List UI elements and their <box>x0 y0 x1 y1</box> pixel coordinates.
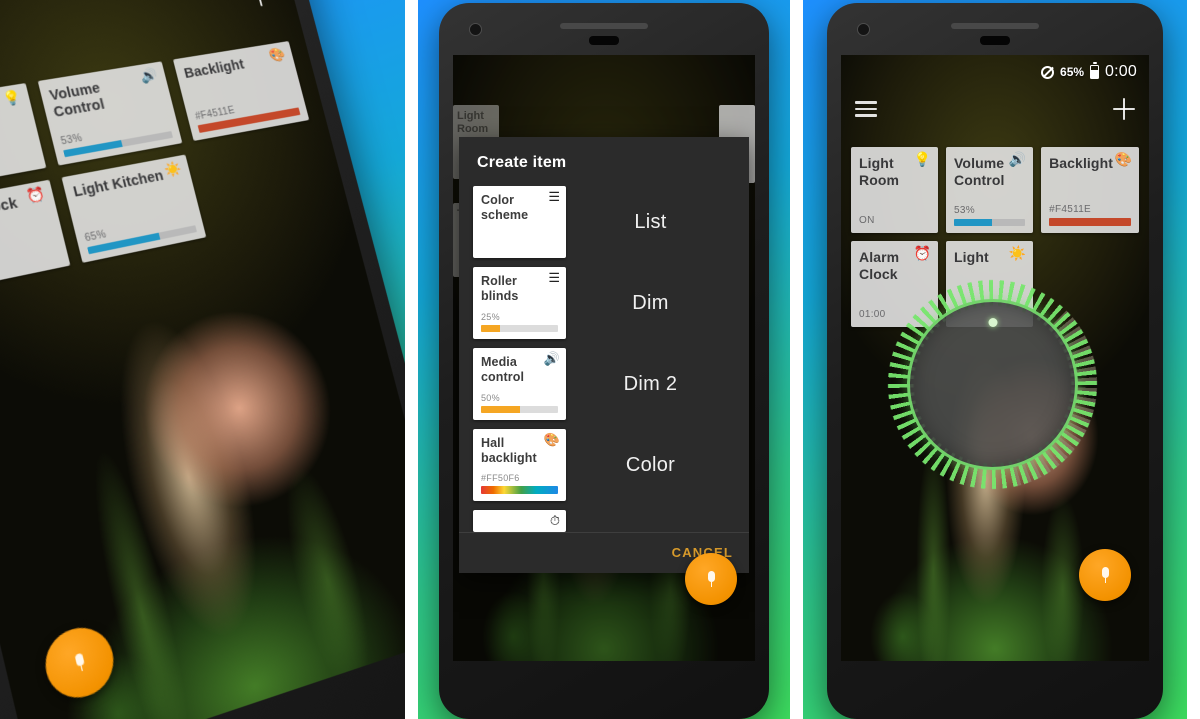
plus-icon[interactable] <box>247 0 272 8</box>
panel-divider <box>790 0 803 719</box>
dialog-title: Create item <box>477 154 567 171</box>
screenshot-panel-3: 65% 0:00 💡 Light Room ON 🔊 Volume Contro… <box>803 0 1187 719</box>
microphone-icon <box>72 652 88 674</box>
dialog-option-clock[interactable]: ⏱ <box>459 510 749 532</box>
preview-card-hall-backlight: 🎨 Hall backlight #FF50F6 <box>473 429 566 501</box>
palette-icon: 🎨 <box>543 432 560 447</box>
sun-icon: ☀️ <box>1008 245 1027 261</box>
preview-card-color-scheme: ☰ Color scheme <box>473 186 566 258</box>
hamburger-menu-icon[interactable] <box>855 101 877 117</box>
voice-command-fab[interactable] <box>685 553 737 605</box>
option-label-dim: Dim <box>632 291 669 314</box>
dim-progress-bar <box>481 406 558 413</box>
alarm-clock-icon: ⏰ <box>913 245 932 261</box>
front-camera-icon <box>857 23 870 36</box>
speaker-icon: 🔊 <box>543 351 560 366</box>
dim-progress-bar <box>481 325 558 332</box>
dialog-option-dim2[interactable]: 🔊 Media control 50% Dim 2 <box>459 348 749 420</box>
dim-progress-bar[interactable] <box>954 219 1026 226</box>
speaker-icon: 🔊 <box>1008 151 1027 167</box>
plus-icon[interactable] <box>1113 98 1135 120</box>
card-backlight[interactable]: 🎨 Backlight #F4511E <box>1041 147 1139 233</box>
preview-card-value: 50% <box>481 393 500 403</box>
list-icon: ☰ <box>548 189 560 204</box>
color-swatch[interactable] <box>1049 218 1131 226</box>
status-bar: 65% 0:00 <box>841 59 1149 85</box>
dialog-option-dim[interactable]: ☰ Roller blinds 25% Dim <box>459 267 749 339</box>
option-label-list: List <box>634 210 667 233</box>
front-camera-icon <box>469 23 482 36</box>
phone-screen-3: 65% 0:00 💡 Light Room ON 🔊 Volume Contro… <box>841 55 1149 661</box>
palette-icon: 🎨 <box>1114 151 1132 167</box>
speaker-icon: 🔊 <box>139 66 160 85</box>
dialog-option-color[interactable]: 🎨 Hall backlight #FF50F6 Color <box>459 429 749 501</box>
card-light-room[interactable]: 💡 Light Room ON <box>0 83 47 192</box>
status-clock: 0:00 <box>1105 63 1137 80</box>
dim-knob[interactable] <box>885 277 1100 492</box>
create-item-dialog: Create item ☰ Color scheme List ☰ Roller… <box>459 137 749 573</box>
screenshot-gallery: 65% 0:00 💡 Light Room ON <box>0 0 1200 719</box>
phone-screen-2: Light Room Thermostat Create item ☰ Colo… <box>453 55 755 661</box>
palette-icon: 🎨 <box>267 45 288 63</box>
card-light-room[interactable]: 💡 Light Room ON <box>851 147 939 233</box>
dialog-item-list[interactable]: ☰ Color scheme List ☰ Roller blinds 25% <box>459 186 749 532</box>
card-status: ON <box>0 151 36 183</box>
preview-card-title: Color scheme <box>481 193 529 222</box>
preview-card-roller-blinds: ☰ Roller blinds 25% <box>473 267 566 339</box>
phone-device-2: Light Room Thermostat Create item ☰ Colo… <box>439 3 769 719</box>
card-status: ON <box>859 215 875 226</box>
sun-icon: ☀️ <box>162 159 184 179</box>
card-volume-control[interactable]: 🔊 Volume Control 53% <box>37 61 183 166</box>
tilted-phone-stage: 65% 0:00 💡 Light Room ON <box>0 0 405 719</box>
phone-device-tilted: 65% 0:00 💡 Light Room ON <box>0 0 405 719</box>
preview-card-title: Roller blinds <box>481 274 519 303</box>
alarm-clock-icon: ⏰ <box>25 184 48 205</box>
panel-divider <box>405 0 418 719</box>
preview-card-media-control: 🔊 Media control 50% <box>473 348 566 420</box>
knob-pointer-dot <box>988 318 997 327</box>
lightbulb-icon: 💡 <box>913 151 932 167</box>
voice-command-fab[interactable] <box>1079 549 1131 601</box>
microphone-icon <box>1100 566 1111 584</box>
proximity-sensor <box>589 36 619 45</box>
app-bar <box>841 85 1149 133</box>
screenshot-panel-2: Light Room Thermostat Create item ☰ Colo… <box>418 0 790 719</box>
card-color-hex: #F4511E <box>1049 204 1092 215</box>
phone-device-3: 65% 0:00 💡 Light Room ON 🔊 Volume Contro… <box>827 3 1163 719</box>
battery-percent: 65% <box>1060 65 1085 79</box>
proximity-sensor <box>980 36 1010 45</box>
earpiece-speaker <box>560 23 648 29</box>
screenshot-panel-1: 65% 0:00 💡 Light Room ON <box>0 0 405 719</box>
no-symbol-icon <box>1041 65 1055 79</box>
battery-icon <box>1090 62 1100 79</box>
card-value: 53% <box>954 205 975 216</box>
blinds-icon: ☰ <box>548 270 560 285</box>
preview-card-color-hex: #FF50F6 <box>481 473 520 483</box>
option-label-dim-2: Dim 2 <box>623 372 678 395</box>
color-gradient-swatch <box>481 486 558 494</box>
lightbulb-icon: 💡 <box>1 88 24 107</box>
card-volume-control[interactable]: 🔊 Volume Control 53% <box>946 147 1034 233</box>
alarm-clock-icon: ⏱ <box>549 513 560 528</box>
microphone-icon <box>706 570 717 588</box>
dialog-option-list[interactable]: ☰ Color scheme List <box>459 186 749 258</box>
option-label-color: Color <box>625 453 676 476</box>
earpiece-speaker <box>951 23 1039 29</box>
phone-screen-1: 65% 0:00 💡 Light Room ON <box>0 0 405 719</box>
card-backlight[interactable]: 🎨 Backlight #F4511E <box>172 41 310 141</box>
preview-card-value: 25% <box>481 312 500 322</box>
preview-card-clock: ⏱ <box>473 510 566 532</box>
knob-disc[interactable] <box>907 299 1078 470</box>
